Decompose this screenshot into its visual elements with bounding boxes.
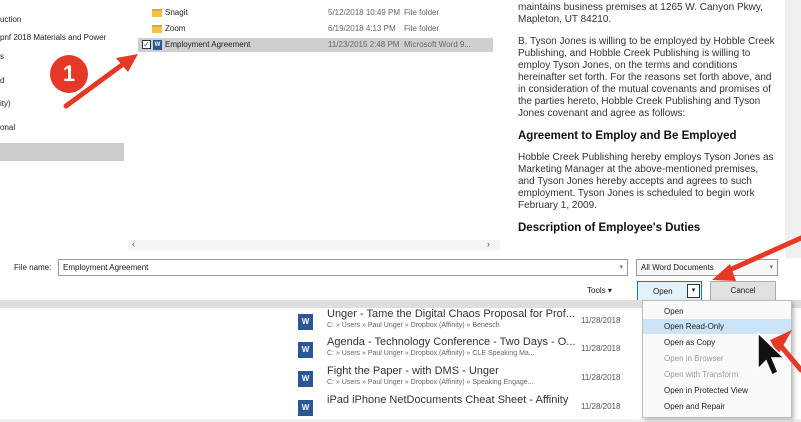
file-list: Snagit 5/12/2018 10:49 PM File folder Zo… <box>128 0 500 240</box>
scroll-right-icon[interactable]: › <box>487 239 490 249</box>
word-document-icon: W <box>298 371 313 387</box>
cancel-button[interactable]: Cancel <box>710 281 776 301</box>
chevron-down-icon[interactable]: ▾ <box>769 260 773 275</box>
menu-item-open-with-transform: Open with Transform <box>664 370 739 379</box>
filetype-select[interactable]: All Word Documents ▾ <box>636 259 778 276</box>
word-document-icon: W <box>153 40 162 50</box>
file-row-snagit[interactable]: Snagit 5/12/2018 10:49 PM File folder <box>138 6 493 20</box>
checkbox-icon[interactable]: ✓ <box>142 40 151 49</box>
file-row-zoom[interactable]: Zoom 6/19/2018 4:13 PM File folder <box>138 22 493 36</box>
menu-item-open-in-protected-view[interactable]: Open in Protected View <box>643 383 791 398</box>
nav-item[interactable]: ity) <box>0 97 11 111</box>
step-number-badge: 1 <box>50 55 88 93</box>
filename-label: File name: <box>14 263 52 272</box>
preview-pane: maintains business premises at 1265 W. C… <box>505 0 785 258</box>
open-button-label: Open <box>653 287 673 296</box>
file-name: Employment Agreement <box>165 40 251 49</box>
document-date: 11/28/2018 <box>581 316 621 325</box>
nav-item[interactable]: pnf 2018 Materials and Power <box>0 31 106 45</box>
open-options-menu: Open Open Read-Only Open as Copy Open in… <box>642 300 792 418</box>
file-date: 5/12/2018 10:49 PM <box>328 8 401 17</box>
open-split-button[interactable]: Open ▾ <box>637 281 702 301</box>
document-date: 11/28/2018 <box>581 373 621 382</box>
document-date: 11/28/2018 <box>581 344 621 353</box>
filename-input[interactable]: Employment Agreement ▾ <box>58 259 628 276</box>
file-type: File folder <box>404 8 440 17</box>
recent-document-item[interactable]: W Agenda - Technology Conference - Two D… <box>298 336 638 364</box>
word-document-icon: W <box>298 314 313 330</box>
tools-menu[interactable]: Tools ▾ <box>587 286 612 295</box>
filetype-value: All Word Documents <box>641 263 714 272</box>
document-title: iPad iPhone NetDocuments Cheat Sheet - A… <box>327 394 569 406</box>
file-type: Microsoft Word 9... <box>404 40 471 49</box>
document-path: C: » Users » Paul Unger » Dropbox (Affin… <box>327 322 500 329</box>
recent-document-item[interactable]: W Fight the Paper - with DMS - Unger C: … <box>298 365 638 393</box>
nav-item[interactable]: d <box>0 74 4 88</box>
document-path: C: » Users » Paul Unger » Dropbox (Affin… <box>327 379 534 386</box>
document-date: 11/28/2018 <box>581 402 621 411</box>
nav-item[interactable]: s <box>0 50 4 64</box>
preview-paragraph: B. Tyson Jones is willing to be employed… <box>518 36 775 119</box>
nav-item-selected[interactable] <box>0 143 124 161</box>
folder-icon <box>152 25 162 33</box>
file-row-employment-agreement[interactable]: ✓ W Employment Agreement 11/23/2015 2:48… <box>138 38 493 52</box>
word-document-icon: W <box>298 400 313 416</box>
horizontal-scrollbar[interactable]: ‹ › <box>128 239 500 250</box>
chevron-down-icon[interactable]: ▾ <box>687 284 700 298</box>
scroll-left-icon[interactable]: ‹ <box>132 239 135 249</box>
menu-item-open-and-repair[interactable]: Open and Repair <box>643 399 791 414</box>
preview-paragraph: Hobble Creek Publishing hereby employs T… <box>518 152 774 211</box>
chevron-down-icon: ▾ <box>607 286 612 295</box>
document-title: Fight the Paper - with DMS - Unger <box>327 365 499 377</box>
navigation-pane: uction pnf 2018 Materials and Power s d … <box>0 0 128 240</box>
open-file-dialog: uction pnf 2018 Materials and Power s d … <box>0 0 801 301</box>
menu-item-open-in-browser: Open in Browser <box>664 354 724 363</box>
preview-scrollbar[interactable] <box>785 0 801 258</box>
document-title: Agenda - Technology Conference - Two Day… <box>327 336 576 348</box>
file-date: 11/23/2015 2:48 PM <box>328 40 400 49</box>
document-title: Unger - Tame the Digital Chaos Proposal … <box>327 308 576 320</box>
file-name: Zoom <box>165 24 186 33</box>
preview-heading: Description of Employee's Duties <box>518 222 701 234</box>
nav-item[interactable]: uction <box>0 13 21 27</box>
menu-item-open-read-only[interactable]: Open Read-Only <box>643 319 791 334</box>
chevron-down-icon[interactable]: ▾ <box>619 260 623 275</box>
preview-paragraph: maintains business premises at 1265 W. C… <box>518 2 763 25</box>
nav-item[interactable]: onal <box>0 121 15 135</box>
preview-heading: Agreement to Employ and Be Employed <box>518 130 737 142</box>
tools-label: Tools <box>587 286 606 295</box>
filename-value: Employment Agreement <box>63 263 149 272</box>
word-document-icon: W <box>298 342 313 358</box>
folder-icon <box>152 9 162 17</box>
recent-document-item[interactable]: W iPad iPhone NetDocuments Cheat Sheet -… <box>298 394 638 422</box>
menu-item-open[interactable]: Open <box>643 304 791 319</box>
recent-document-item[interactable]: W Unger - Tame the Digital Chaos Proposa… <box>298 308 638 336</box>
document-path: C: » Users » Paul Unger » Dropbox (Affin… <box>327 350 535 357</box>
menu-item-open-as-copy[interactable]: Open as Copy <box>643 335 791 350</box>
file-type: File folder <box>404 24 440 33</box>
file-name: Snagit <box>165 8 188 17</box>
file-date: 6/19/2018 4:13 PM <box>328 24 396 33</box>
